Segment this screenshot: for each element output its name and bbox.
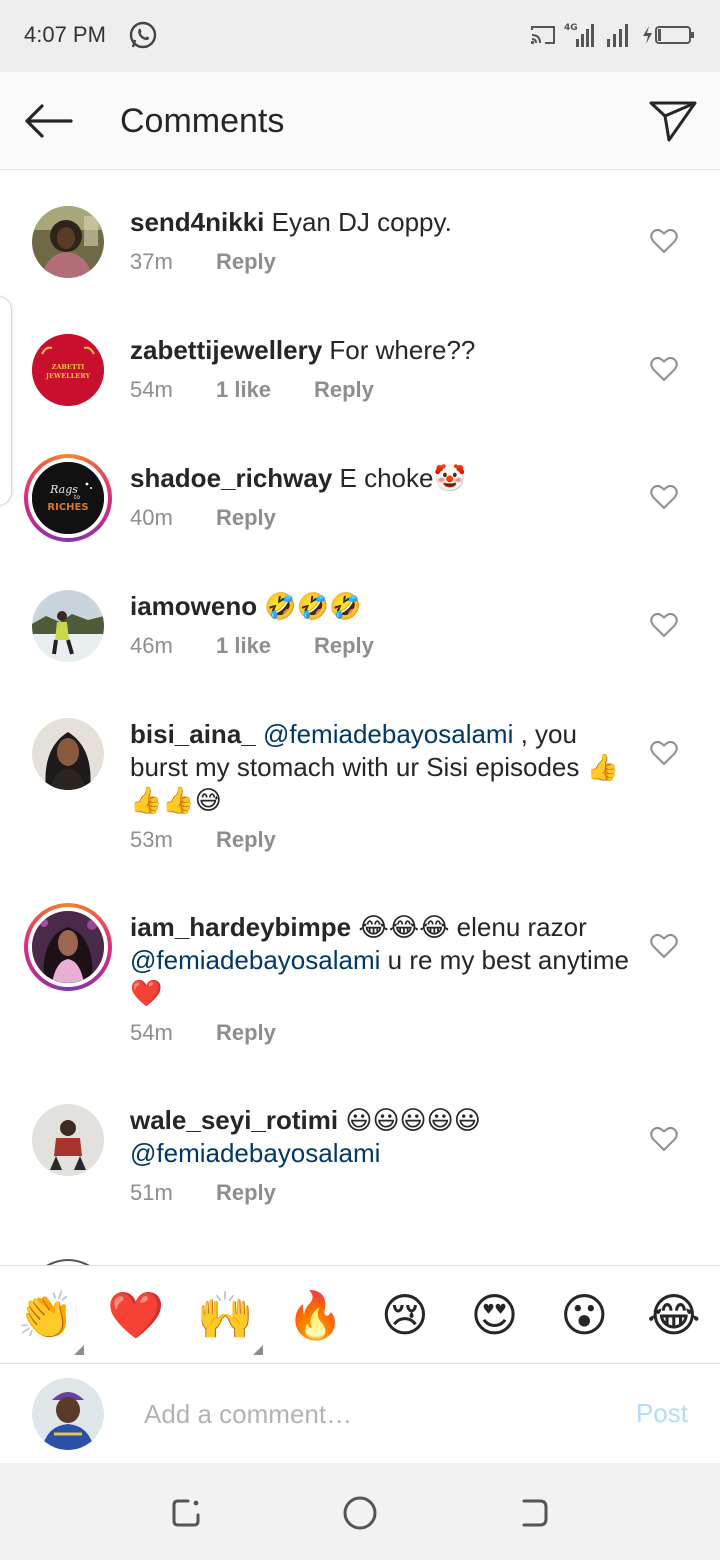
recent-apps-icon[interactable] <box>166 1493 206 1533</box>
comment-username[interactable]: shadoe_richway <box>130 463 332 493</box>
current-user-avatar <box>32 1378 104 1450</box>
avatar-story-ring[interactable] <box>24 903 112 991</box>
profile-photo-icon <box>32 206 104 278</box>
reply-button[interactable]: Reply <box>314 377 374 403</box>
brand-logo-icon: Rags to RICHES <box>32 462 104 534</box>
comment-username[interactable]: iam_hardeybimpe <box>130 912 351 942</box>
mention-link[interactable]: @femiadebayosalami <box>130 945 380 975</box>
comment-username[interactable]: zabettijewellery <box>130 335 322 365</box>
signal-4g-icon: 4G <box>564 23 594 47</box>
comment-username[interactable]: bisi_aina_ <box>130 719 256 749</box>
emoji-fire-button[interactable]: 🔥 <box>285 1285 345 1345</box>
avatar[interactable] <box>32 718 104 790</box>
brand-logo-icon: ZABETTI JEWELLERY <box>32 334 104 406</box>
comment-username[interactable]: send4nikki <box>130 207 264 237</box>
comment-time: 54m <box>130 1020 173 1045</box>
svg-text:to: to <box>74 494 80 501</box>
comment-input[interactable] <box>144 1394 584 1434</box>
quick-emoji-bar: 👏 ❤️ 🙌 🔥 😢 😍 😮 😂 <box>0 1265 720 1363</box>
reply-button[interactable]: Reply <box>216 249 276 275</box>
heart-icon[interactable] <box>650 228 678 254</box>
avatar[interactable] <box>32 1104 104 1176</box>
heart-icon[interactable] <box>650 612 678 638</box>
emoji-heart-eyes-button[interactable]: 😍 <box>465 1285 525 1345</box>
partial-comment-item <box>46 1259 90 1265</box>
comments-list: send4nikki Eyan DJ coppy. 37m Reply ZABE… <box>0 170 720 1265</box>
comment-time: 40m <box>130 505 173 530</box>
signal-icon <box>607 24 628 47</box>
status-time: 4:07 PM <box>24 22 106 47</box>
heart-icon[interactable] <box>650 356 678 382</box>
comment-text: 🤣🤣🤣 <box>257 591 362 621</box>
profile-photo-icon <box>32 590 104 662</box>
battery-charging-icon <box>643 26 694 44</box>
paper-plane-icon <box>649 101 697 142</box>
avatar[interactable] <box>32 590 104 662</box>
emoji-crying-button[interactable]: 😢 <box>375 1285 435 1345</box>
mention-link[interactable]: @femiadebayosalami <box>263 719 513 749</box>
back-nav-icon[interactable] <box>514 1493 554 1533</box>
home-icon[interactable] <box>340 1493 380 1533</box>
svg-text:RICHES: RICHES <box>47 502 88 513</box>
share-button[interactable] <box>646 96 700 146</box>
emoji-laughing-button[interactable]: 😂 <box>644 1285 704 1345</box>
profile-photo-icon <box>32 1378 104 1450</box>
header: Comments <box>0 72 720 170</box>
comment-time: 53m <box>130 827 173 852</box>
comment-username[interactable]: wale_seyi_rotimi <box>130 1105 338 1135</box>
like-count[interactable]: 1 like <box>216 377 314 403</box>
avatar[interactable]: ZABETTI JEWELLERY <box>32 334 104 406</box>
emoji-raised-hands-button[interactable]: 🙌 <box>195 1285 264 1355</box>
comment-time: 37m <box>130 249 173 274</box>
heart-icon[interactable] <box>650 933 678 959</box>
status-icons: 4G <box>530 18 696 52</box>
svg-text:JEWELLERY: JEWELLERY <box>45 372 91 380</box>
heart-icon[interactable] <box>650 740 678 766</box>
comment-text: 😂😂😂 elenu razor <box>351 912 587 942</box>
reply-button[interactable]: Reply <box>314 633 374 659</box>
comment-time: 51m <box>130 1180 173 1205</box>
reply-button[interactable]: Reply <box>216 1020 276 1046</box>
network-label: 4G <box>564 23 578 33</box>
reply-button[interactable]: Reply <box>216 505 276 531</box>
comment-text: For where?? <box>322 335 476 365</box>
profile-photo-icon <box>32 1104 104 1176</box>
system-nav-bar <box>0 1463 720 1560</box>
avatar-story-ring[interactable]: Rags to RICHES <box>24 454 112 542</box>
heart-icon[interactable] <box>650 484 678 510</box>
page-title: Comments <box>120 102 285 140</box>
emoji-heart-button[interactable]: ❤️ <box>106 1285 166 1345</box>
profile-photo-icon <box>32 718 104 790</box>
profile-photo-icon <box>32 911 104 983</box>
reply-button[interactable]: Reply <box>216 827 276 853</box>
comment-composer: Post <box>0 1363 720 1463</box>
whatsapp-icon <box>129 21 157 49</box>
comment-username[interactable]: iamoweno <box>130 591 257 621</box>
comment-time: 54m <box>130 377 173 402</box>
avatar[interactable] <box>32 206 104 278</box>
comment-time: 46m <box>130 633 173 658</box>
post-button[interactable]: Post <box>636 1398 688 1429</box>
like-count[interactable]: 1 like <box>216 633 314 659</box>
emoji-clap-button[interactable]: 👏 <box>16 1285 84 1355</box>
back-button[interactable] <box>18 96 78 146</box>
cast-icon <box>530 26 555 45</box>
emoji-surprised-button[interactable]: 😮 <box>554 1285 614 1345</box>
svg-text:ZABETTI: ZABETTI <box>52 363 85 371</box>
heart-icon[interactable] <box>650 1126 678 1152</box>
comment-text: 😃😃😃😃😃 <box>338 1105 481 1135</box>
comment-text: E choke🤡 <box>332 463 466 493</box>
mention-link[interactable]: @femiadebayosalami <box>130 1138 380 1168</box>
reply-button[interactable]: Reply <box>216 1180 276 1206</box>
arrow-left-icon <box>25 104 73 138</box>
status-bar: 4:07 PM 4G <box>0 0 720 72</box>
comment-text: Eyan DJ coppy. <box>264 207 452 237</box>
